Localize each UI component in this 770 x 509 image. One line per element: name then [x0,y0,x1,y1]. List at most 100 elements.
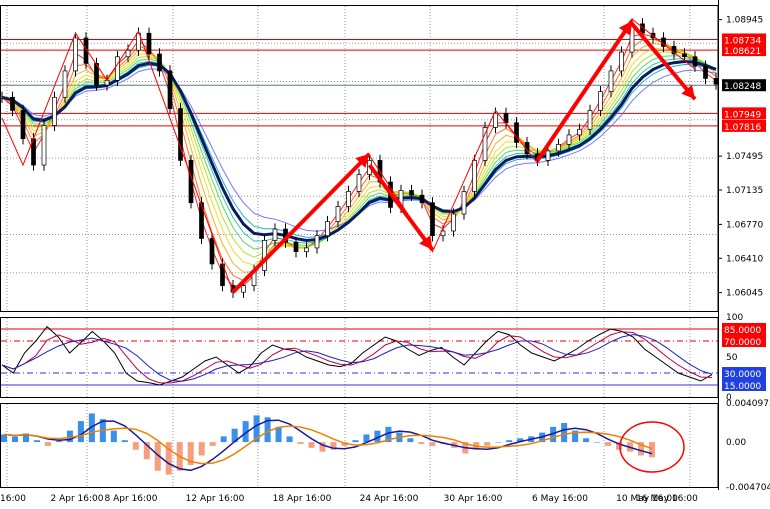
candle-body [514,122,519,143]
candle-body [209,238,215,265]
macd-tick-label: 0.00 [726,438,746,448]
candle-body [419,194,425,204]
time-label: 30 Apr 16:00 [444,494,503,504]
stochastic-tick-label: 100 [726,313,743,323]
candle-body [409,190,414,196]
candle-body [692,56,698,67]
candle-body [451,213,456,232]
macd-tick-label: -0.0047046 [726,483,770,493]
candle-body [356,174,362,192]
candle-body [608,70,614,92]
candle-body [703,65,708,79]
chart-root: 16:00 2 Apr 16:00 8 Apr 16:00 12 Apr 16:00 1… [0,0,770,505]
zigzag-wave [1,18,696,294]
candle-body [461,191,467,215]
candle-body [493,112,498,128]
candle-body [73,37,78,72]
macd-histogram-bar [44,442,51,446]
macd-histogram-bar [11,436,19,443]
macd-histogram-bar [121,440,128,443]
candle-body [472,160,477,192]
stochastic-tick-label: 15.0000 [724,382,761,392]
price-tick-label: 1.08945 [726,16,763,26]
macd-histogram-bar [297,442,304,445]
candle-body [556,143,561,152]
macd-histogram-bar [198,442,205,456]
candle-body [346,191,351,207]
candle-body [335,206,341,222]
candle-body [0,96,5,99]
candle-body [10,96,15,111]
macd-histogram-bar [506,440,513,443]
macd-tick-label: 0.0040973 [726,399,770,409]
time-label: 18 Apr 16:00 [273,494,332,504]
macd-panel [0,413,685,475]
candle-body [115,56,120,81]
time-label: 12 Apr 16:00 [186,494,245,504]
stochastic-tick-label: 50 [726,353,738,363]
macd-histogram-bar [594,442,601,443]
price-tick-label: 1.08248 [724,82,761,92]
candle-body [293,241,299,253]
candle-body [598,91,603,111]
time-label: 16 May 16:00 [636,494,698,504]
macd-histogram-bar [55,441,62,443]
candle-body [430,202,435,237]
price-tick-label: 1.06770 [726,220,763,230]
stochastic-tick-label: 30.0000 [724,370,761,380]
candle-body [482,127,488,161]
candle-body [52,96,57,126]
stochastic-signal-line [1,331,713,384]
trading-chart: 16:00 2 Apr 16:00 8 Apr 16:00 12 Apr 16:00 1… [0,0,770,504]
trend-arrow-shaft [367,163,435,251]
macd-histogram-bar [418,442,425,445]
macd-histogram-bar [308,442,315,448]
price-tick-label: 1.07135 [726,186,763,196]
candle-body [314,235,320,249]
candle-body [545,150,551,161]
macd-histogram-bar [495,442,502,443]
macd-histogram-bar [407,438,414,443]
stochastic-tick-label: 70.0000 [724,338,761,348]
candle-body [325,221,330,237]
candle-body [20,110,26,140]
macd-histogram-bar [110,430,117,443]
candle-body [577,128,582,136]
stochastic-panel [1,325,718,386]
macd-histogram-bar [648,442,656,458]
price-tick-label: 1.08621 [724,47,761,57]
candle-body [272,228,278,241]
time-label: 8 Apr 16:00 [105,494,158,504]
candle-body [304,247,309,253]
time-label: 24 Apr 16:00 [360,494,419,504]
price-tick-label: 1.06045 [726,289,763,299]
candle-body [587,110,593,130]
candle-body [146,32,152,55]
price-tick-label: 1.07949 [724,110,761,120]
price-tick-label: 1.07816 [724,123,761,133]
macd-histogram-bar [583,438,590,443]
candle-body [241,285,246,293]
macd-histogram-bar [484,442,491,446]
macd-histogram-bar [561,423,568,443]
price-tick-label: 1.07495 [726,152,763,162]
time-label: 16:00 [0,494,26,504]
candle-body [713,78,719,85]
stochastic-tick-label: 85.0000 [724,326,761,336]
macd-histogram-bar [352,440,359,443]
macd-histogram-bar [275,426,282,443]
candle-body [262,240,267,271]
time-label: 6 May 16:00 [532,494,588,504]
macd-histogram-bar [220,436,227,443]
macd-histogram-bar [429,442,436,446]
macd-histogram-bar [77,421,84,443]
macd-histogram-bar [286,436,293,443]
candle-body [125,49,131,58]
candle-body [41,125,47,166]
candle-body [62,70,68,98]
candle-body [157,53,162,72]
candle-body [682,53,687,58]
macd-histogram-bar [605,442,612,446]
candle-body [566,134,572,145]
stochastic-main-line [1,325,713,386]
